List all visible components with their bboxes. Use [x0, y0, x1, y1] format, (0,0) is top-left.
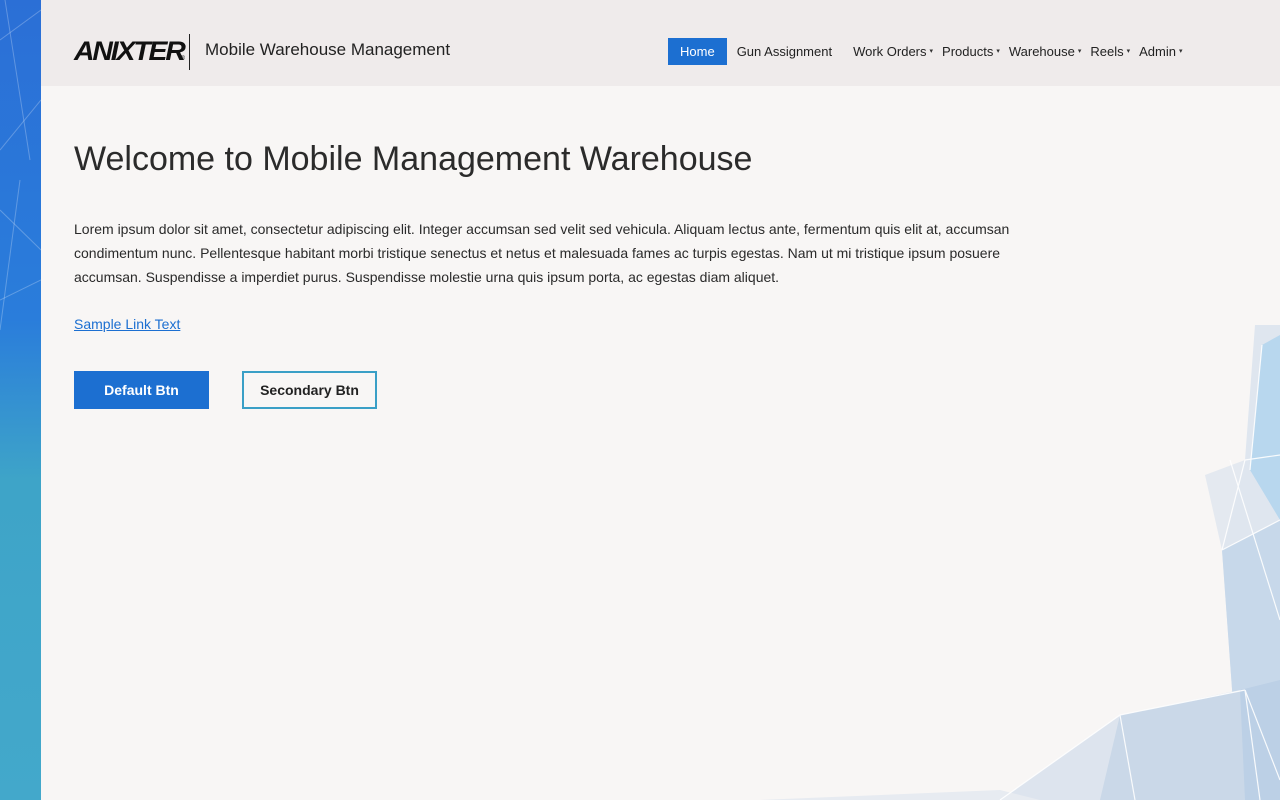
chevron-down-icon: ▾	[929, 48, 934, 55]
nav-item-products[interactable]: Products ▾	[942, 38, 1000, 65]
sample-link[interactable]: Sample Link Text	[74, 316, 180, 332]
nav-label: Gun Assignment	[736, 44, 833, 59]
nav-item-warehouse[interactable]: Warehouse ▾	[1009, 38, 1082, 65]
brand-divider	[189, 34, 190, 70]
default-button[interactable]: Default Btn	[74, 371, 209, 409]
app-title: Mobile Warehouse Management	[205, 40, 451, 59]
nav-label: Admin	[1139, 44, 1176, 59]
anixter-logo[interactable]: ANIXTER ®	[74, 36, 186, 66]
left-decorative-strip	[0, 0, 41, 800]
top-header: ANIXTER ® Mobile Warehouse Management Ho…	[41, 0, 1280, 86]
nav-item-gun-assignment[interactable]: Gun Assignment	[737, 38, 832, 65]
nav-item-admin[interactable]: Admin ▾	[1139, 38, 1182, 65]
nav-item-reels[interactable]: Reels ▾	[1090, 38, 1130, 65]
nav-item-home[interactable]: Home	[668, 38, 727, 65]
chevron-down-icon: ▾	[1126, 48, 1131, 55]
nav-label: Reels	[1090, 44, 1124, 59]
logo-wordmark: ANIXTER	[74, 35, 186, 66]
chevron-down-icon: ▾	[1077, 48, 1082, 55]
page-title: Welcome to Mobile Management Warehouse	[74, 140, 753, 178]
secondary-button[interactable]: Secondary Btn	[242, 371, 377, 409]
intro-paragraph: Lorem ipsum dolor sit amet, consectetur …	[74, 221, 1010, 285]
chevron-down-icon: ▾	[996, 48, 1000, 55]
nav-item-work-orders[interactable]: Work Orders ▾	[853, 38, 933, 65]
chevron-down-icon: ▾	[1179, 48, 1183, 55]
nav-label: Products	[942, 44, 994, 59]
nav-label: Home	[680, 44, 715, 59]
main-nav: Home Gun Assignment Work Orders ▾ Produc…	[668, 38, 1183, 65]
polygon-pattern-icon	[0, 0, 41, 331]
nav-label: Work Orders	[853, 44, 927, 59]
nav-label: Warehouse	[1008, 44, 1075, 59]
